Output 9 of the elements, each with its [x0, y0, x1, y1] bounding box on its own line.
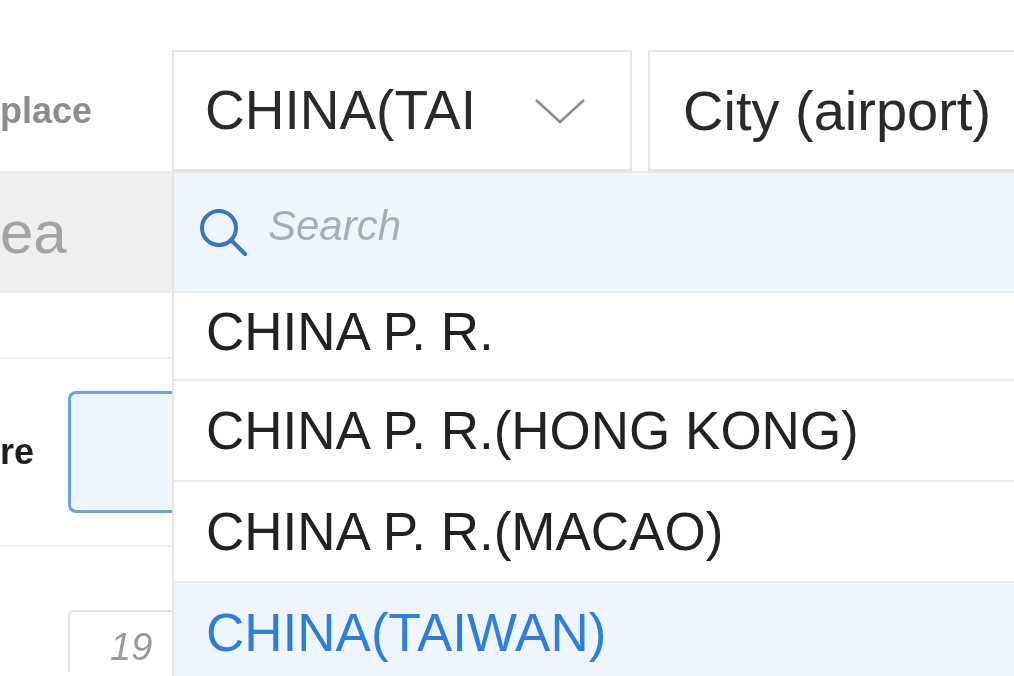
chevron-icon [534, 97, 586, 124]
search-icon [198, 207, 248, 257]
field-label: re [0, 430, 35, 474]
dropdown-option[interactable]: CHINA(TAIWAN) [174, 583, 1014, 676]
search-field[interactable]: Search [174, 171, 1014, 293]
country-select[interactable]: CHINA(TAI [172, 50, 632, 171]
field-label: place [0, 88, 93, 133]
search-input[interactable]: Search [268, 193, 868, 257]
input-field[interactable] [68, 391, 172, 513]
